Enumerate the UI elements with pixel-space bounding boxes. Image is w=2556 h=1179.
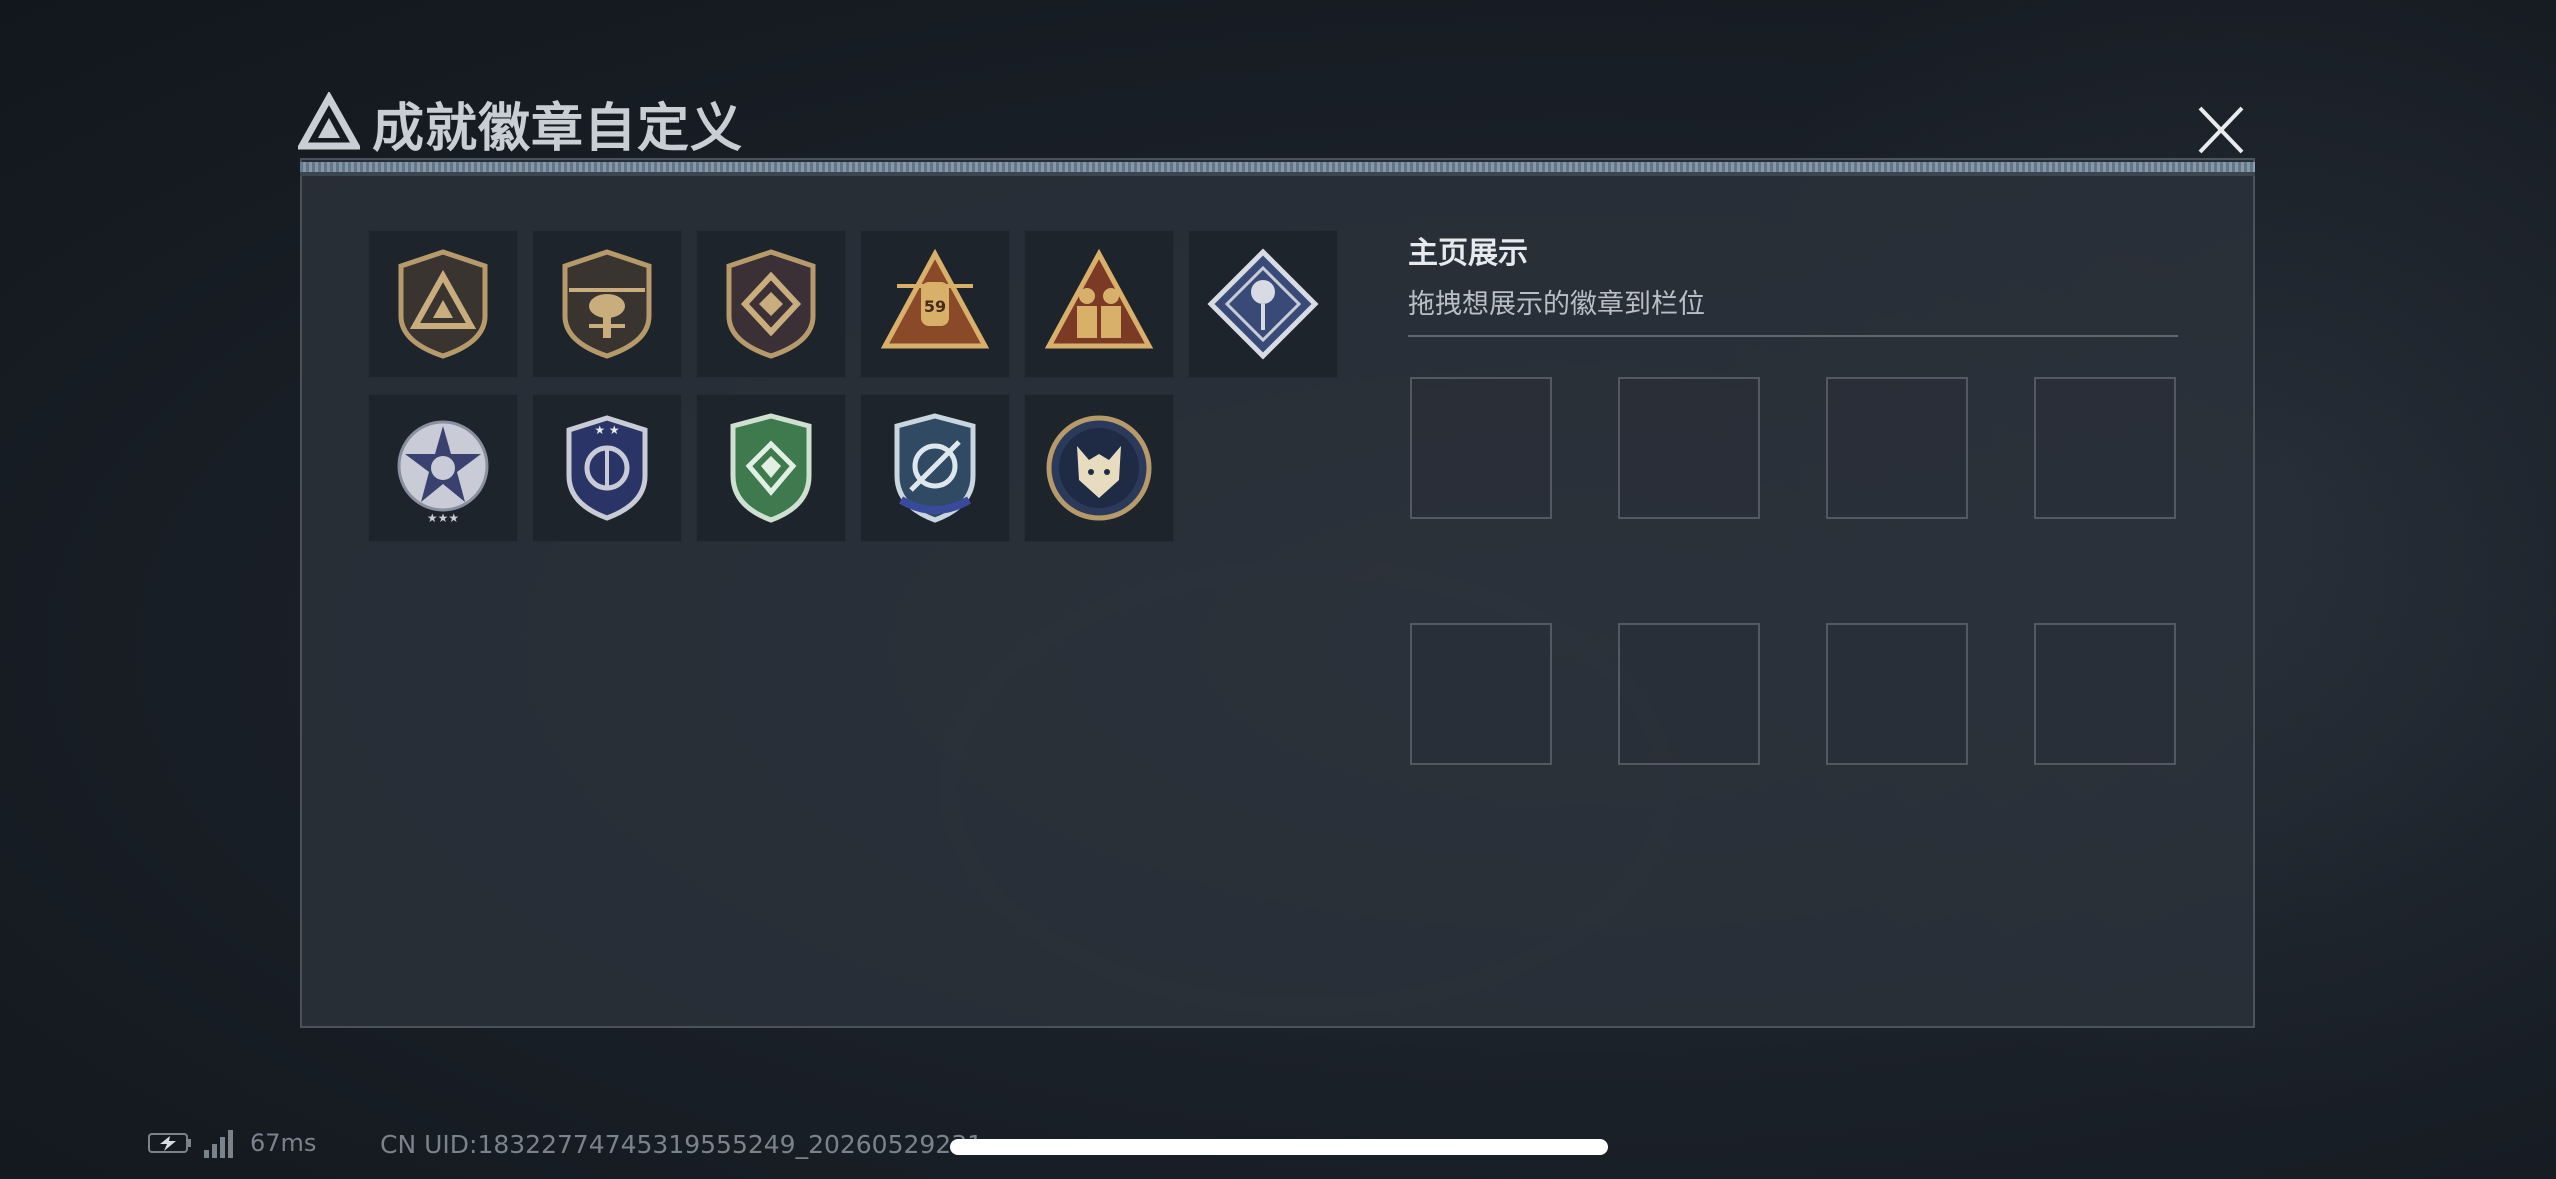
status-bar: 67ms xyxy=(148,1128,316,1158)
svg-text:★★★: ★★★ xyxy=(427,511,459,525)
dialog-header: 成就徽章自定义 xyxy=(298,88,744,159)
showcase-slot[interactable] xyxy=(1618,377,1760,519)
showcase-slot[interactable] xyxy=(1618,623,1760,765)
blue-crosshair-shield-icon xyxy=(894,413,976,523)
ping-value: 67ms xyxy=(250,1129,317,1157)
badge-item[interactable] xyxy=(860,394,1010,542)
triangle-logo-icon xyxy=(298,92,360,150)
badge-collection: 59 ★★★ ★ ★ xyxy=(368,230,1338,542)
badge-item[interactable] xyxy=(1188,230,1338,378)
close-icon xyxy=(2198,106,2244,154)
panel-top-border-shadow xyxy=(300,172,2255,176)
showcase-slot[interactable] xyxy=(2034,377,2176,519)
green-diamond-shield-icon xyxy=(730,413,812,523)
divider xyxy=(1408,335,2178,337)
badge-item[interactable]: ★ ★ xyxy=(532,394,682,542)
badge-item[interactable] xyxy=(368,230,518,378)
battery-charging-icon xyxy=(148,1133,191,1153)
svg-text:★ ★: ★ ★ xyxy=(594,423,619,437)
silver-star-wreath-icon: ★★★ xyxy=(397,420,489,525)
showcase-slot[interactable] xyxy=(1410,377,1552,519)
close-button[interactable] xyxy=(2188,100,2254,160)
home-indicator[interactable] xyxy=(950,1139,1608,1155)
bomb-badge-label: 59 xyxy=(924,297,946,316)
showcase-slot[interactable] xyxy=(2034,623,2176,765)
showcase-subtitle: 拖拽想展示的徽章到栏位 xyxy=(1408,289,1705,320)
dialog-title: 成就徽章自定义 xyxy=(372,98,744,159)
badge-item[interactable] xyxy=(1024,394,1174,542)
badge-item[interactable] xyxy=(696,394,846,542)
signal-strength-icon xyxy=(204,1130,233,1158)
gold-bomb-triangle-icon: 59 xyxy=(880,248,990,349)
helicopter-shield-icon xyxy=(562,249,652,359)
silver-diamond-rose-icon xyxy=(1207,248,1319,360)
badge-item[interactable]: ★★★ xyxy=(368,394,518,542)
showcase-slot[interactable] xyxy=(1410,623,1552,765)
wolf-medallion-icon xyxy=(1046,415,1152,521)
user-uid: CN UID:18322774745319555249_20260529231 xyxy=(380,1130,984,1159)
showcase-title: 主页展示 xyxy=(1408,236,1528,271)
panel-top-border xyxy=(300,162,2255,172)
gold-triangle-shield-icon xyxy=(398,249,488,359)
badge-item[interactable]: 59 xyxy=(860,230,1010,378)
diamond-emblem-shield-icon xyxy=(726,249,816,359)
badge-item[interactable] xyxy=(1024,230,1174,378)
blue-shield-emblem-icon: ★ ★ xyxy=(566,415,648,521)
showcase-slot[interactable] xyxy=(1826,377,1968,519)
badge-item[interactable] xyxy=(532,230,682,378)
homepage-showcase: 主页展示 拖拽想展示的徽章到栏位 xyxy=(1408,228,2178,337)
showcase-slot[interactable] xyxy=(1826,623,1968,765)
badge-item[interactable] xyxy=(696,230,846,378)
gold-soldiers-triangle-icon xyxy=(1044,248,1154,349)
showcase-slots xyxy=(1410,377,2176,765)
